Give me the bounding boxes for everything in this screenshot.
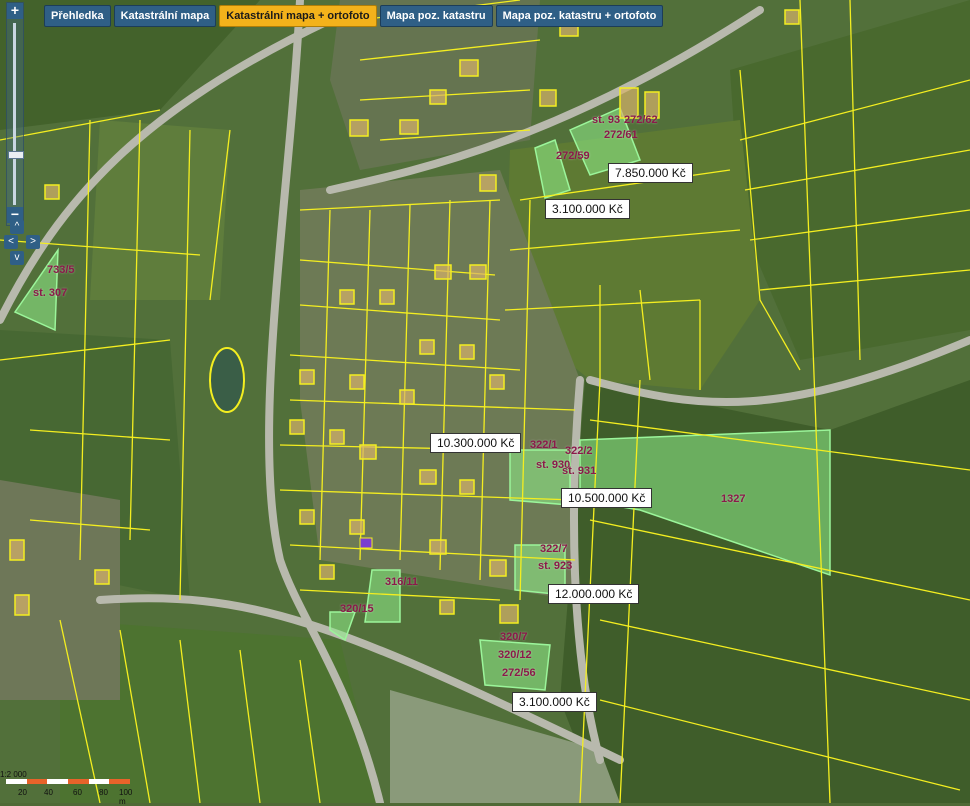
parcel-label: 320/12 bbox=[498, 649, 532, 661]
scale-tick: 60 bbox=[73, 788, 82, 797]
zoom-bar: + − bbox=[6, 2, 24, 226]
map-layer-tabs: Přehledka Katastrální mapa Katastrální m… bbox=[44, 5, 664, 27]
price-label[interactable]: 3.100.000 Kč bbox=[545, 199, 630, 219]
parcel-label: st. 307 bbox=[33, 287, 68, 299]
tab-katastralni-mapa-ortofoto[interactable]: Katastrální mapa + ortofoto bbox=[219, 5, 377, 27]
tab-prehledka[interactable]: Přehledka bbox=[44, 5, 111, 27]
parcel-label: 272/59 bbox=[556, 150, 590, 162]
parcel-label: 322/2 bbox=[565, 445, 593, 457]
parcel-label: 316/11 bbox=[385, 576, 419, 588]
pan-down-button[interactable]: v bbox=[10, 251, 24, 265]
price-label[interactable]: 12.000.000 Kč bbox=[548, 584, 640, 604]
scale-tick: 20 bbox=[18, 788, 27, 797]
parcel-label: 322/1 bbox=[530, 439, 558, 451]
scale-ratio: 1:2 000 bbox=[0, 770, 27, 779]
parcel-label: 322/7 bbox=[540, 543, 568, 555]
price-label[interactable]: 3.100.000 Kč bbox=[512, 692, 597, 712]
parcel-label: st. 923 bbox=[538, 560, 573, 572]
zoom-slider-handle[interactable] bbox=[8, 151, 24, 159]
scale-bar: 1:2 000 20 40 60 80 100 m bbox=[0, 770, 140, 806]
pan-left-button[interactable]: < bbox=[4, 235, 18, 249]
parcel-label: st. 93 bbox=[592, 114, 621, 126]
tab-katastralni-mapa[interactable]: Katastrální mapa bbox=[113, 5, 217, 27]
parcel-label: st. 931 bbox=[562, 465, 597, 477]
pan-up-button[interactable]: ^ bbox=[10, 220, 24, 234]
scale-bar-graphic bbox=[6, 779, 131, 784]
price-label[interactable]: 10.500.000 Kč bbox=[561, 488, 653, 508]
scale-tick: 100 m bbox=[119, 788, 133, 806]
price-label[interactable]: 10.300.000 Kč bbox=[430, 433, 522, 453]
price-label[interactable]: 7.850.000 Kč bbox=[608, 163, 693, 183]
scale-tick: 40 bbox=[44, 788, 53, 797]
parcel-label: 272/62 bbox=[624, 114, 658, 126]
parcel-label: 320/15 bbox=[340, 603, 374, 615]
parcel-label: 320/7 bbox=[500, 631, 528, 643]
parcel-label: 733/5 bbox=[47, 264, 75, 276]
tab-mapa-poz-katastru[interactable]: Mapa poz. katastru bbox=[379, 5, 493, 27]
scale-tick: 80 bbox=[99, 788, 108, 797]
cadastral-map[interactable] bbox=[0, 0, 970, 803]
parcel-label: 272/56 bbox=[502, 667, 536, 679]
pan-controls: ^ < > v bbox=[4, 218, 44, 266]
zoom-slider[interactable] bbox=[8, 23, 24, 205]
zoom-in-button[interactable]: + bbox=[7, 3, 23, 19]
parcel-label: 272/61 bbox=[604, 129, 638, 141]
tab-mapa-poz-katastru-ortofoto[interactable]: Mapa poz. katastru + ortofoto bbox=[495, 5, 664, 27]
pan-right-button[interactable]: > bbox=[26, 235, 40, 249]
parcel-label: 1327 bbox=[721, 493, 746, 505]
